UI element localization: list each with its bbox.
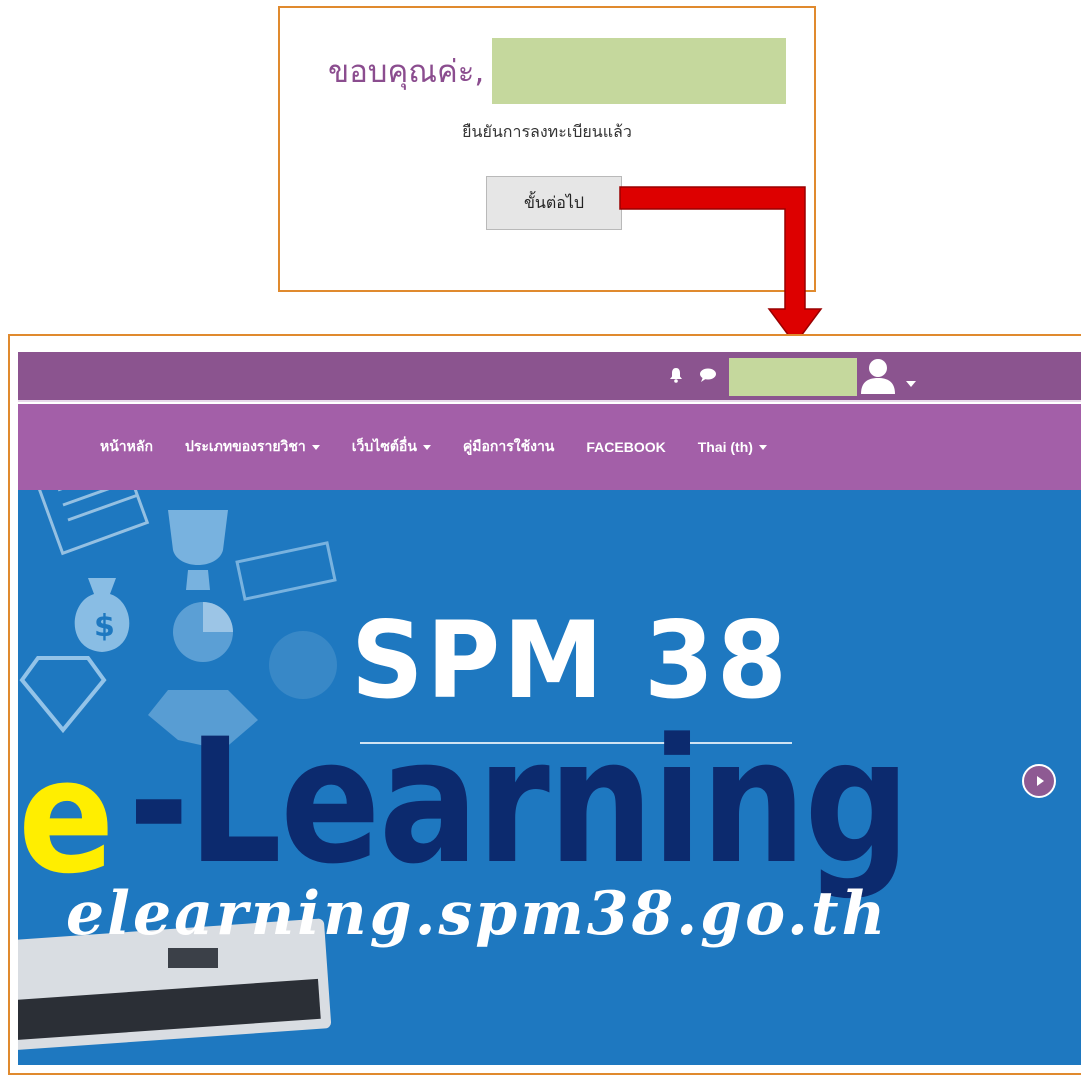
banknote-graphic bbox=[235, 541, 337, 601]
thanks-row: ขอบคุณค่ะ, bbox=[328, 38, 787, 104]
nav-item-label: Thai (th) bbox=[697, 439, 753, 455]
nav-item-label: เว็บไซต์อื่น bbox=[351, 438, 417, 454]
website: หน้าหลัก ประเภทของรายวิชา เว็บไซต์อื่น คู่ม… bbox=[18, 352, 1081, 1065]
website-screenshot-frame: หน้าหลัก ประเภทของรายวิชา เว็บไซต์อื่น คู่ม… bbox=[8, 334, 1081, 1075]
bell-icon[interactable] bbox=[669, 367, 683, 387]
calculator-graphic bbox=[36, 490, 150, 556]
head-graphic bbox=[269, 631, 337, 699]
confirmation-message: ยืนยันการลงทะเบียนแล้ว bbox=[462, 122, 632, 141]
banner-learning-word: -Learning bbox=[128, 716, 910, 888]
nav-item-label: FACEBOOK bbox=[586, 439, 666, 455]
next-step-button[interactable]: ขั้นต่อไป bbox=[486, 176, 622, 230]
chat-icon[interactable] bbox=[699, 367, 717, 387]
top-bar bbox=[18, 352, 1081, 402]
diamond-graphic bbox=[19, 656, 107, 734]
nav-item-label: คู่มือการใช้งาน bbox=[462, 438, 555, 454]
redacted-name bbox=[492, 38, 787, 104]
next-slide-button[interactable] bbox=[1022, 764, 1056, 798]
user-avatar-icon[interactable] bbox=[858, 356, 898, 400]
nav-item-2[interactable]: ประเภทของรายวิชา bbox=[185, 436, 320, 458]
main-nav: หน้าหลัก ประเภทของรายวิชา เว็บไซต์อื่น คู่ม… bbox=[18, 404, 1081, 490]
chevron-down-icon bbox=[311, 444, 320, 450]
nav-item-6[interactable]: Thai (th) bbox=[698, 439, 767, 455]
banner-title: SPM 38 bbox=[351, 599, 790, 722]
trophy-graphic bbox=[168, 510, 228, 590]
nav-item-1[interactable]: หน้าหลัก bbox=[100, 436, 153, 458]
banner-learning-text: Learning bbox=[187, 701, 911, 902]
chevron-down-icon bbox=[758, 444, 767, 450]
nav-item-label: ประเภทของรายวิชา bbox=[184, 438, 306, 454]
chevron-down-icon bbox=[422, 444, 431, 450]
nav-item-3[interactable]: เว็บไซต์อื่น bbox=[352, 436, 431, 458]
banner-e-letter: e bbox=[18, 725, 115, 909]
dollar-sign-graphic: $ bbox=[94, 609, 115, 644]
hero-banner: $ SPM 38 e -Learning elearning.spm38.go.… bbox=[18, 490, 1081, 1065]
banner-dash: - bbox=[128, 701, 189, 902]
banner-url: elearning.spm38.go.th bbox=[66, 879, 889, 949]
nav-item-5[interactable]: FACEBOOK bbox=[586, 439, 665, 455]
redacted-user-name[interactable] bbox=[729, 358, 857, 396]
user-menu-caret-icon[interactable] bbox=[906, 372, 916, 391]
thanks-text: ขอบคุณค่ะ, bbox=[328, 54, 485, 90]
nav-item-label: หน้าหลัก bbox=[100, 438, 153, 454]
nav-item-4[interactable]: คู่มือการใช้งาน bbox=[463, 436, 554, 458]
confirmation-card: ขอบคุณค่ะ, ยืนยันการลงทะเบียนแล้ว ขั้นต่… bbox=[278, 6, 816, 292]
nav-list: หน้าหลัก ประเภทของรายวิชา เว็บไซต์อื่น คู่ม… bbox=[100, 404, 799, 490]
